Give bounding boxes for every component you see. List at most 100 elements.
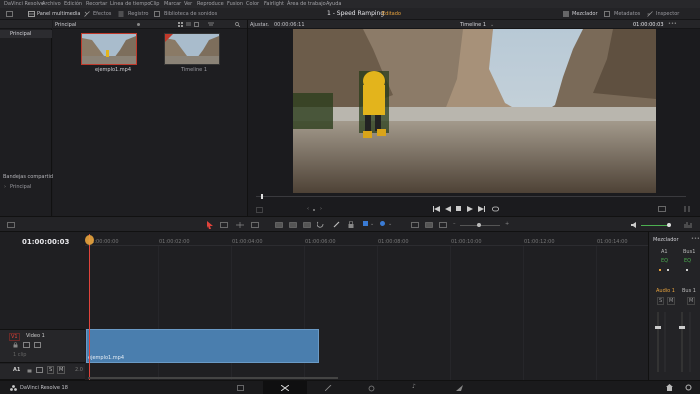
more-options-icon[interactable]: ••• bbox=[668, 21, 677, 27]
settings-icon[interactable] bbox=[685, 384, 692, 391]
track-id-a1[interactable]: A1 bbox=[13, 367, 20, 373]
replace-clip-icon[interactable] bbox=[303, 222, 311, 228]
chevron-down-icon[interactable]: ⌄ bbox=[388, 221, 392, 227]
inspector-button[interactable]: Inspector bbox=[656, 11, 679, 17]
menu-fusion[interactable]: Fusion bbox=[227, 1, 243, 7]
menu-reproduce[interactable]: Reproduce bbox=[197, 1, 224, 7]
stop-icon[interactable] bbox=[456, 206, 462, 212]
pan-indicator[interactable] bbox=[686, 269, 688, 271]
list-view-icon[interactable] bbox=[186, 22, 191, 27]
volume-slider-handle[interactable] bbox=[667, 223, 671, 227]
sound-library-button[interactable]: Biblioteca de sonidos bbox=[164, 11, 217, 17]
loop-icon[interactable] bbox=[492, 206, 499, 212]
menu-clip[interactable]: Clip bbox=[150, 1, 159, 7]
viewer-scrubber-handle[interactable] bbox=[261, 194, 263, 199]
fullscreen-icon[interactable] bbox=[658, 206, 666, 212]
shared-bin-item[interactable]: Principal bbox=[10, 184, 31, 190]
timeline-selector[interactable]: Timeline 1 bbox=[460, 22, 486, 28]
media-clip-ejemplo1[interactable] bbox=[81, 33, 137, 65]
flag-icon[interactable] bbox=[363, 221, 369, 228]
position-lock-icon[interactable] bbox=[348, 221, 354, 228]
effects-button[interactable]: Efectos bbox=[93, 11, 111, 17]
zoom-slider-handle[interactable] bbox=[477, 223, 481, 227]
timeline-ruler[interactable]: 01:00:00:00 01:00:02:00 01:00:04:00 01:0… bbox=[85, 232, 648, 246]
index-button[interactable]: Registro bbox=[128, 11, 148, 17]
solo-button[interactable]: S bbox=[47, 366, 55, 374]
zoom-out-icon[interactable]: – bbox=[453, 221, 456, 227]
fader-handle[interactable] bbox=[655, 326, 661, 329]
mixer-solo-button[interactable]: S bbox=[657, 297, 665, 305]
bin-master-row[interactable]: Principal bbox=[0, 30, 52, 38]
playhead[interactable] bbox=[89, 234, 90, 380]
metadata-view-icon[interactable] bbox=[194, 22, 199, 27]
search-icon[interactable] bbox=[235, 22, 240, 27]
audio-meter-icon[interactable] bbox=[684, 222, 692, 228]
viewer-scrubber[interactable] bbox=[256, 196, 686, 197]
chevron-down-icon[interactable]: ⌄ bbox=[490, 22, 494, 28]
mixer-bus-mute-button[interactable]: M bbox=[687, 297, 696, 305]
menu-archivo[interactable]: Archivo bbox=[42, 1, 61, 7]
insert-clip-icon[interactable] bbox=[275, 222, 283, 228]
mute-button[interactable]: M bbox=[57, 366, 66, 374]
layout-icon[interactable] bbox=[7, 222, 15, 228]
selection-tool-icon[interactable] bbox=[207, 221, 213, 229]
pan-indicator[interactable] bbox=[667, 269, 669, 271]
edit-page-tab[interactable] bbox=[263, 381, 307, 394]
size-slider-handle[interactable] bbox=[137, 23, 140, 26]
track-visibility-icon[interactable] bbox=[34, 342, 41, 348]
jog-right-icon[interactable]: › bbox=[320, 206, 322, 212]
menu-ayuda[interactable]: Ayuda bbox=[326, 1, 341, 7]
home-icon[interactable] bbox=[666, 384, 673, 391]
timeline-scrollbar[interactable] bbox=[88, 377, 338, 379]
volume-icon[interactable] bbox=[631, 222, 638, 228]
volume-slider[interactable] bbox=[641, 225, 669, 226]
menu-edicion[interactable]: Edición bbox=[64, 1, 82, 7]
trim-tool-icon[interactable] bbox=[220, 222, 228, 228]
menu-linea-de-tiempo[interactable]: Línea de tiempo bbox=[110, 1, 150, 7]
mixer-button[interactable]: Mezclador bbox=[572, 11, 598, 17]
go-to-end-icon[interactable] bbox=[478, 206, 485, 212]
mixer-eq-a1[interactable]: EQ bbox=[661, 258, 668, 264]
color-page-icon[interactable] bbox=[368, 385, 375, 392]
marker-icon[interactable] bbox=[380, 221, 385, 226]
play-icon[interactable] bbox=[467, 206, 473, 212]
menu-davinci[interactable]: DaVinci Resolve bbox=[4, 1, 44, 7]
blade-tool-icon[interactable] bbox=[251, 222, 259, 228]
zoom-full-icon[interactable] bbox=[411, 222, 419, 228]
go-to-start-icon[interactable] bbox=[433, 206, 440, 212]
more-options-icon[interactable]: ••• bbox=[691, 236, 700, 242]
sort-icon[interactable] bbox=[208, 22, 214, 27]
link-icon[interactable] bbox=[333, 221, 340, 228]
safe-area-icon[interactable] bbox=[256, 207, 263, 213]
lock-icon[interactable] bbox=[27, 367, 32, 373]
play-reverse-icon[interactable] bbox=[445, 206, 451, 212]
fader-track[interactable] bbox=[681, 312, 683, 372]
jog-dot-icon[interactable] bbox=[313, 209, 315, 211]
grid-view-icon[interactable] bbox=[178, 22, 183, 27]
snapping-icon[interactable] bbox=[317, 221, 324, 228]
auto-select-icon[interactable] bbox=[36, 367, 43, 373]
deliver-page-icon[interactable] bbox=[456, 385, 463, 391]
zoom-detail-icon[interactable] bbox=[425, 222, 433, 228]
overwrite-clip-icon[interactable] bbox=[289, 222, 297, 228]
mixer-mute-button[interactable]: M bbox=[667, 297, 676, 305]
menu-fairlight[interactable]: Fairlight bbox=[264, 1, 284, 7]
metadata-button[interactable]: Metadatos bbox=[614, 11, 640, 17]
media-page-icon[interactable] bbox=[237, 385, 244, 391]
fairlight-page-icon[interactable]: ♪ bbox=[412, 383, 416, 390]
dynamic-trim-icon[interactable] bbox=[236, 222, 244, 228]
track-id-v1[interactable]: V1 bbox=[9, 333, 20, 341]
menu-recortar[interactable]: Recortar bbox=[86, 1, 107, 7]
mixer-eq-bus1[interactable]: EQ bbox=[684, 258, 691, 264]
media-clip-timeline1[interactable] bbox=[164, 33, 220, 65]
playhead-handle[interactable] bbox=[85, 235, 94, 245]
menu-area-de-trabajo[interactable]: Área de trabajo bbox=[287, 1, 326, 7]
auto-select-icon[interactable] bbox=[23, 342, 30, 348]
menu-color[interactable]: Color bbox=[246, 1, 259, 7]
match-frame-icon[interactable] bbox=[684, 206, 690, 212]
fader-track[interactable] bbox=[657, 312, 659, 372]
menu-ver[interactable]: Ver bbox=[184, 1, 192, 7]
track-name-v1[interactable]: Video 1 bbox=[26, 333, 45, 339]
chevron-right-icon[interactable]: › bbox=[4, 184, 6, 190]
fusion-page-icon[interactable] bbox=[325, 385, 332, 391]
